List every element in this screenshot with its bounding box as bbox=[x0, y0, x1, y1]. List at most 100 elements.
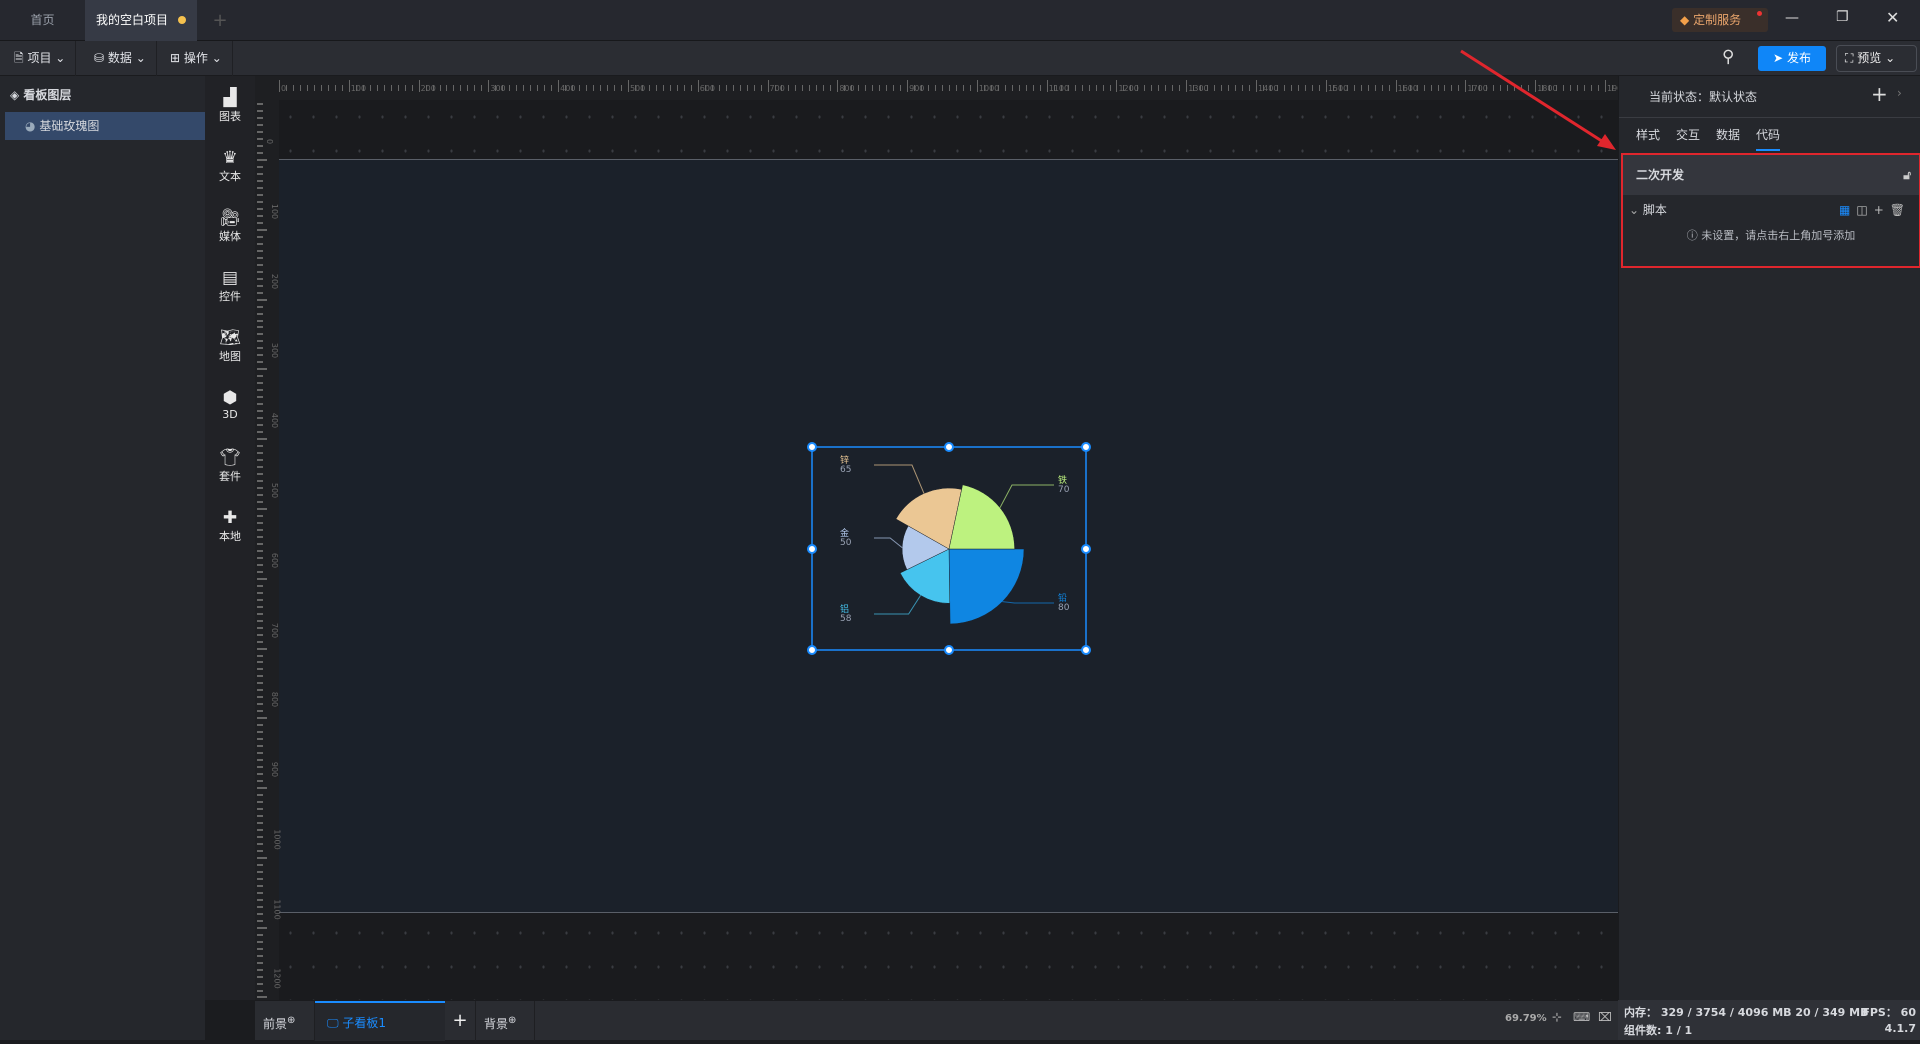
keyboard-icon[interactable]: ⌨ bbox=[1573, 1010, 1590, 1024]
script-label: 脚本 bbox=[1642, 203, 1667, 217]
ruler-label: 600 bbox=[699, 84, 716, 93]
tab-label: 我的空白项目 bbox=[95, 13, 168, 27]
ruler-label: 700 bbox=[769, 84, 785, 93]
tab-3[interactable]: 代码 bbox=[1756, 126, 1781, 151]
background-tab[interactable]: 背景⊕ bbox=[475, 1001, 535, 1041]
foreground-tab[interactable]: 前景⊕ bbox=[255, 1001, 315, 1041]
sidebar-item-label: 控件 bbox=[219, 290, 241, 303]
foreground-label: 前景 bbox=[263, 1017, 288, 1031]
current-state: 当前状态：默认状态 bbox=[1649, 88, 1757, 105]
ruler-label: 100 bbox=[350, 84, 367, 93]
restore-icon[interactable]: ❐ bbox=[1836, 9, 1849, 25]
custom-service-button[interactable]: ◆ 定制服务 bbox=[1672, 8, 1768, 32]
terminal-icon[interactable]: ⌧ bbox=[1598, 1010, 1612, 1024]
chart-icon: ▟ bbox=[223, 88, 237, 108]
add-circle-icon[interactable]: ⊕ bbox=[508, 1015, 516, 1026]
sidebar-item-label: 图表 bbox=[219, 110, 241, 123]
fit-icon[interactable]: ⊹ bbox=[1552, 1010, 1562, 1024]
ruler-label: 800 bbox=[839, 84, 855, 93]
menu-project[interactable]: 🗎 项目 ⌄ bbox=[4, 41, 77, 76]
sidebar-item-4[interactable]: 🗺︎ 地图 bbox=[205, 328, 255, 364]
preview-button[interactable]: ⛶ 预览 ⌄ bbox=[1836, 45, 1917, 72]
send-icon: ➤ bbox=[1773, 51, 1784, 65]
sidebar-item-label: 媒体 bbox=[219, 230, 241, 243]
ruler-label: 100 bbox=[270, 203, 280, 219]
tab-2[interactable]: 数据 bbox=[1716, 126, 1740, 149]
canvas[interactable] bbox=[279, 159, 1619, 913]
zoom-level[interactable]: 69.79% bbox=[1505, 1013, 1547, 1024]
sidebar-item-6[interactable]: 👕︎ 套件 bbox=[205, 448, 255, 484]
ruler-label: 300 bbox=[270, 343, 280, 359]
ruler-label: 1000 bbox=[272, 829, 282, 850]
board-tab[interactable]: 🖵︎ 子看板1 bbox=[315, 1001, 445, 1041]
sidebar-item-label: 地图 bbox=[219, 350, 241, 363]
menu-label: 项目 bbox=[27, 51, 52, 65]
map-icon: 🗺︎ bbox=[219, 328, 241, 348]
ruler-label: 900 bbox=[270, 761, 280, 778]
ruler-left: 0 100 200 300 400 500 600 700 800 900 1000 1100 1200 bbox=[255, 76, 282, 1000]
pie-icon: ◕ bbox=[25, 119, 36, 133]
text-icon: ♛ bbox=[222, 148, 238, 168]
ruler-label: 500 bbox=[629, 84, 646, 93]
minimize-icon[interactable]: — bbox=[1785, 10, 1799, 26]
tab-home[interactable]: 首页 bbox=[0, 0, 85, 41]
layer-label: 基础玫瑰图 bbox=[39, 119, 100, 133]
add-state-icon[interactable]: + bbox=[1871, 82, 1888, 106]
publish-label: 发布 bbox=[1786, 51, 1811, 65]
panel-icon[interactable]: ◫ bbox=[1856, 203, 1873, 217]
ruler-label: 1200 bbox=[1118, 84, 1139, 93]
add-board-button[interactable]: + bbox=[445, 1001, 475, 1041]
layers-title-text: 看板图层 bbox=[23, 88, 72, 102]
sidebar-item-label: 文本 bbox=[219, 170, 241, 183]
tab-1[interactable]: 交互 bbox=[1676, 126, 1700, 149]
ruler-label: 1200 bbox=[272, 968, 282, 990]
sidebar-item-label: 套件 bbox=[219, 470, 241, 483]
fullscreen-icon: ⛶ bbox=[1845, 51, 1854, 65]
suit-icon: 👕︎ bbox=[219, 448, 241, 468]
ruler-label: 200 bbox=[270, 273, 280, 289]
board-label: 子看板1 bbox=[342, 1016, 387, 1030]
tab-0[interactable]: 样式 bbox=[1636, 126, 1660, 149]
properties-panel: 当前状态：默认状态 + › 样式 交互 数据 代码 二次开发 🔓︎ ⌄ 脚本 ▦◫+🗑︎… bbox=[1618, 76, 1920, 1000]
cube-icon: ⬢ bbox=[222, 388, 238, 408]
status-bar: 内存： 329 / 3754 / 4096 MB 20 / 349 MB FPS… bbox=[1618, 1000, 1920, 1040]
sidebar-item-0[interactable]: ▟ 图表 bbox=[205, 88, 255, 124]
state-value[interactable]: 默认状态 bbox=[1709, 90, 1757, 104]
ruler-label: 400 bbox=[270, 413, 280, 429]
sidebar-item-label: 3D bbox=[222, 408, 238, 421]
sidebar-item-2[interactable]: 🎥︎ 媒体 bbox=[205, 208, 255, 244]
search-icon[interactable]: ⚲ bbox=[1722, 47, 1734, 67]
menu-data[interactable]: ⛁ 数据 ⌄ bbox=[84, 41, 157, 76]
add-tab-button[interactable]: + bbox=[205, 0, 235, 41]
menu-operation[interactable]: ⊞ 操作 ⌄ bbox=[160, 41, 233, 76]
ruler-label: 0 bbox=[265, 138, 275, 145]
diamond-icon: ◆ bbox=[1680, 13, 1690, 27]
sidebar-item-7[interactable]: ✚ 本地 bbox=[205, 508, 255, 544]
layout-icon[interactable]: ▦ bbox=[1839, 203, 1856, 217]
lock-icon[interactable]: 🔓︎ bbox=[1903, 155, 1911, 195]
code-section: 二次开发 🔓︎ ⌄ 脚本 ▦◫+🗑︎ ⓘ 未设置，请点击右上角加号添加 bbox=[1621, 153, 1920, 268]
delete-icon[interactable]: 🗑︎ bbox=[1890, 203, 1911, 217]
state-label: 当前状态： bbox=[1649, 90, 1710, 104]
layer-item[interactable]: ◕ 基础玫瑰图 bbox=[5, 112, 205, 140]
tab-project[interactable]: 我的空白项目 bbox=[85, 0, 197, 41]
publish-button[interactable]: ➤ 发布 bbox=[1758, 46, 1826, 71]
ruler-top: 0 100 200 300 400 500 600 700 800 900 1000 1100 1200… bbox=[255, 76, 1627, 100]
ruler-label: 1700 bbox=[1467, 84, 1488, 93]
chevron-right-icon[interactable]: › bbox=[1897, 86, 1902, 100]
component-count: 组件数: 1 / 1 bbox=[1624, 1024, 1693, 1037]
add-circle-icon[interactable]: ⊕ bbox=[287, 1015, 295, 1026]
chevron-down-icon[interactable]: ⌄ bbox=[1629, 203, 1639, 217]
close-icon[interactable]: ✕ bbox=[1886, 8, 1899, 27]
sidebar-item-1[interactable]: ♛ 文本 bbox=[205, 148, 255, 184]
sidebar-item-3[interactable]: ▤ 控件 bbox=[205, 268, 255, 304]
script-row[interactable]: ⌄ 脚本 ▦◫+🗑︎ bbox=[1623, 195, 1919, 225]
board-icon: 🖵︎ bbox=[327, 1016, 339, 1030]
toolbar: 🗎 项目 ⌄ ⛁ 数据 ⌄ ⊞ 操作 ⌄ ⚲ ➤ 发布 ⛶ 预览 ⌄ bbox=[0, 41, 1920, 76]
add-script-icon[interactable]: + bbox=[1874, 203, 1890, 217]
component-sidebar: ▟ 图表 ♛ 文本 🎥︎ 媒体 ▤ 控件 🗺︎ 地图 ⬢ 3D 👕︎ 套件 ✚ 本地 bbox=[205, 76, 255, 1000]
custom-service-label: 定制服务 bbox=[1693, 13, 1742, 27]
layers-title: ◈ 看板图层 bbox=[10, 88, 72, 102]
bottom-bar: 前景⊕ 🖵︎ 子看板1 + 背景⊕ 69.79% ⊹ ⌨ ⌧ bbox=[255, 1000, 1618, 1041]
sidebar-item-5[interactable]: ⬢ 3D bbox=[205, 388, 255, 421]
